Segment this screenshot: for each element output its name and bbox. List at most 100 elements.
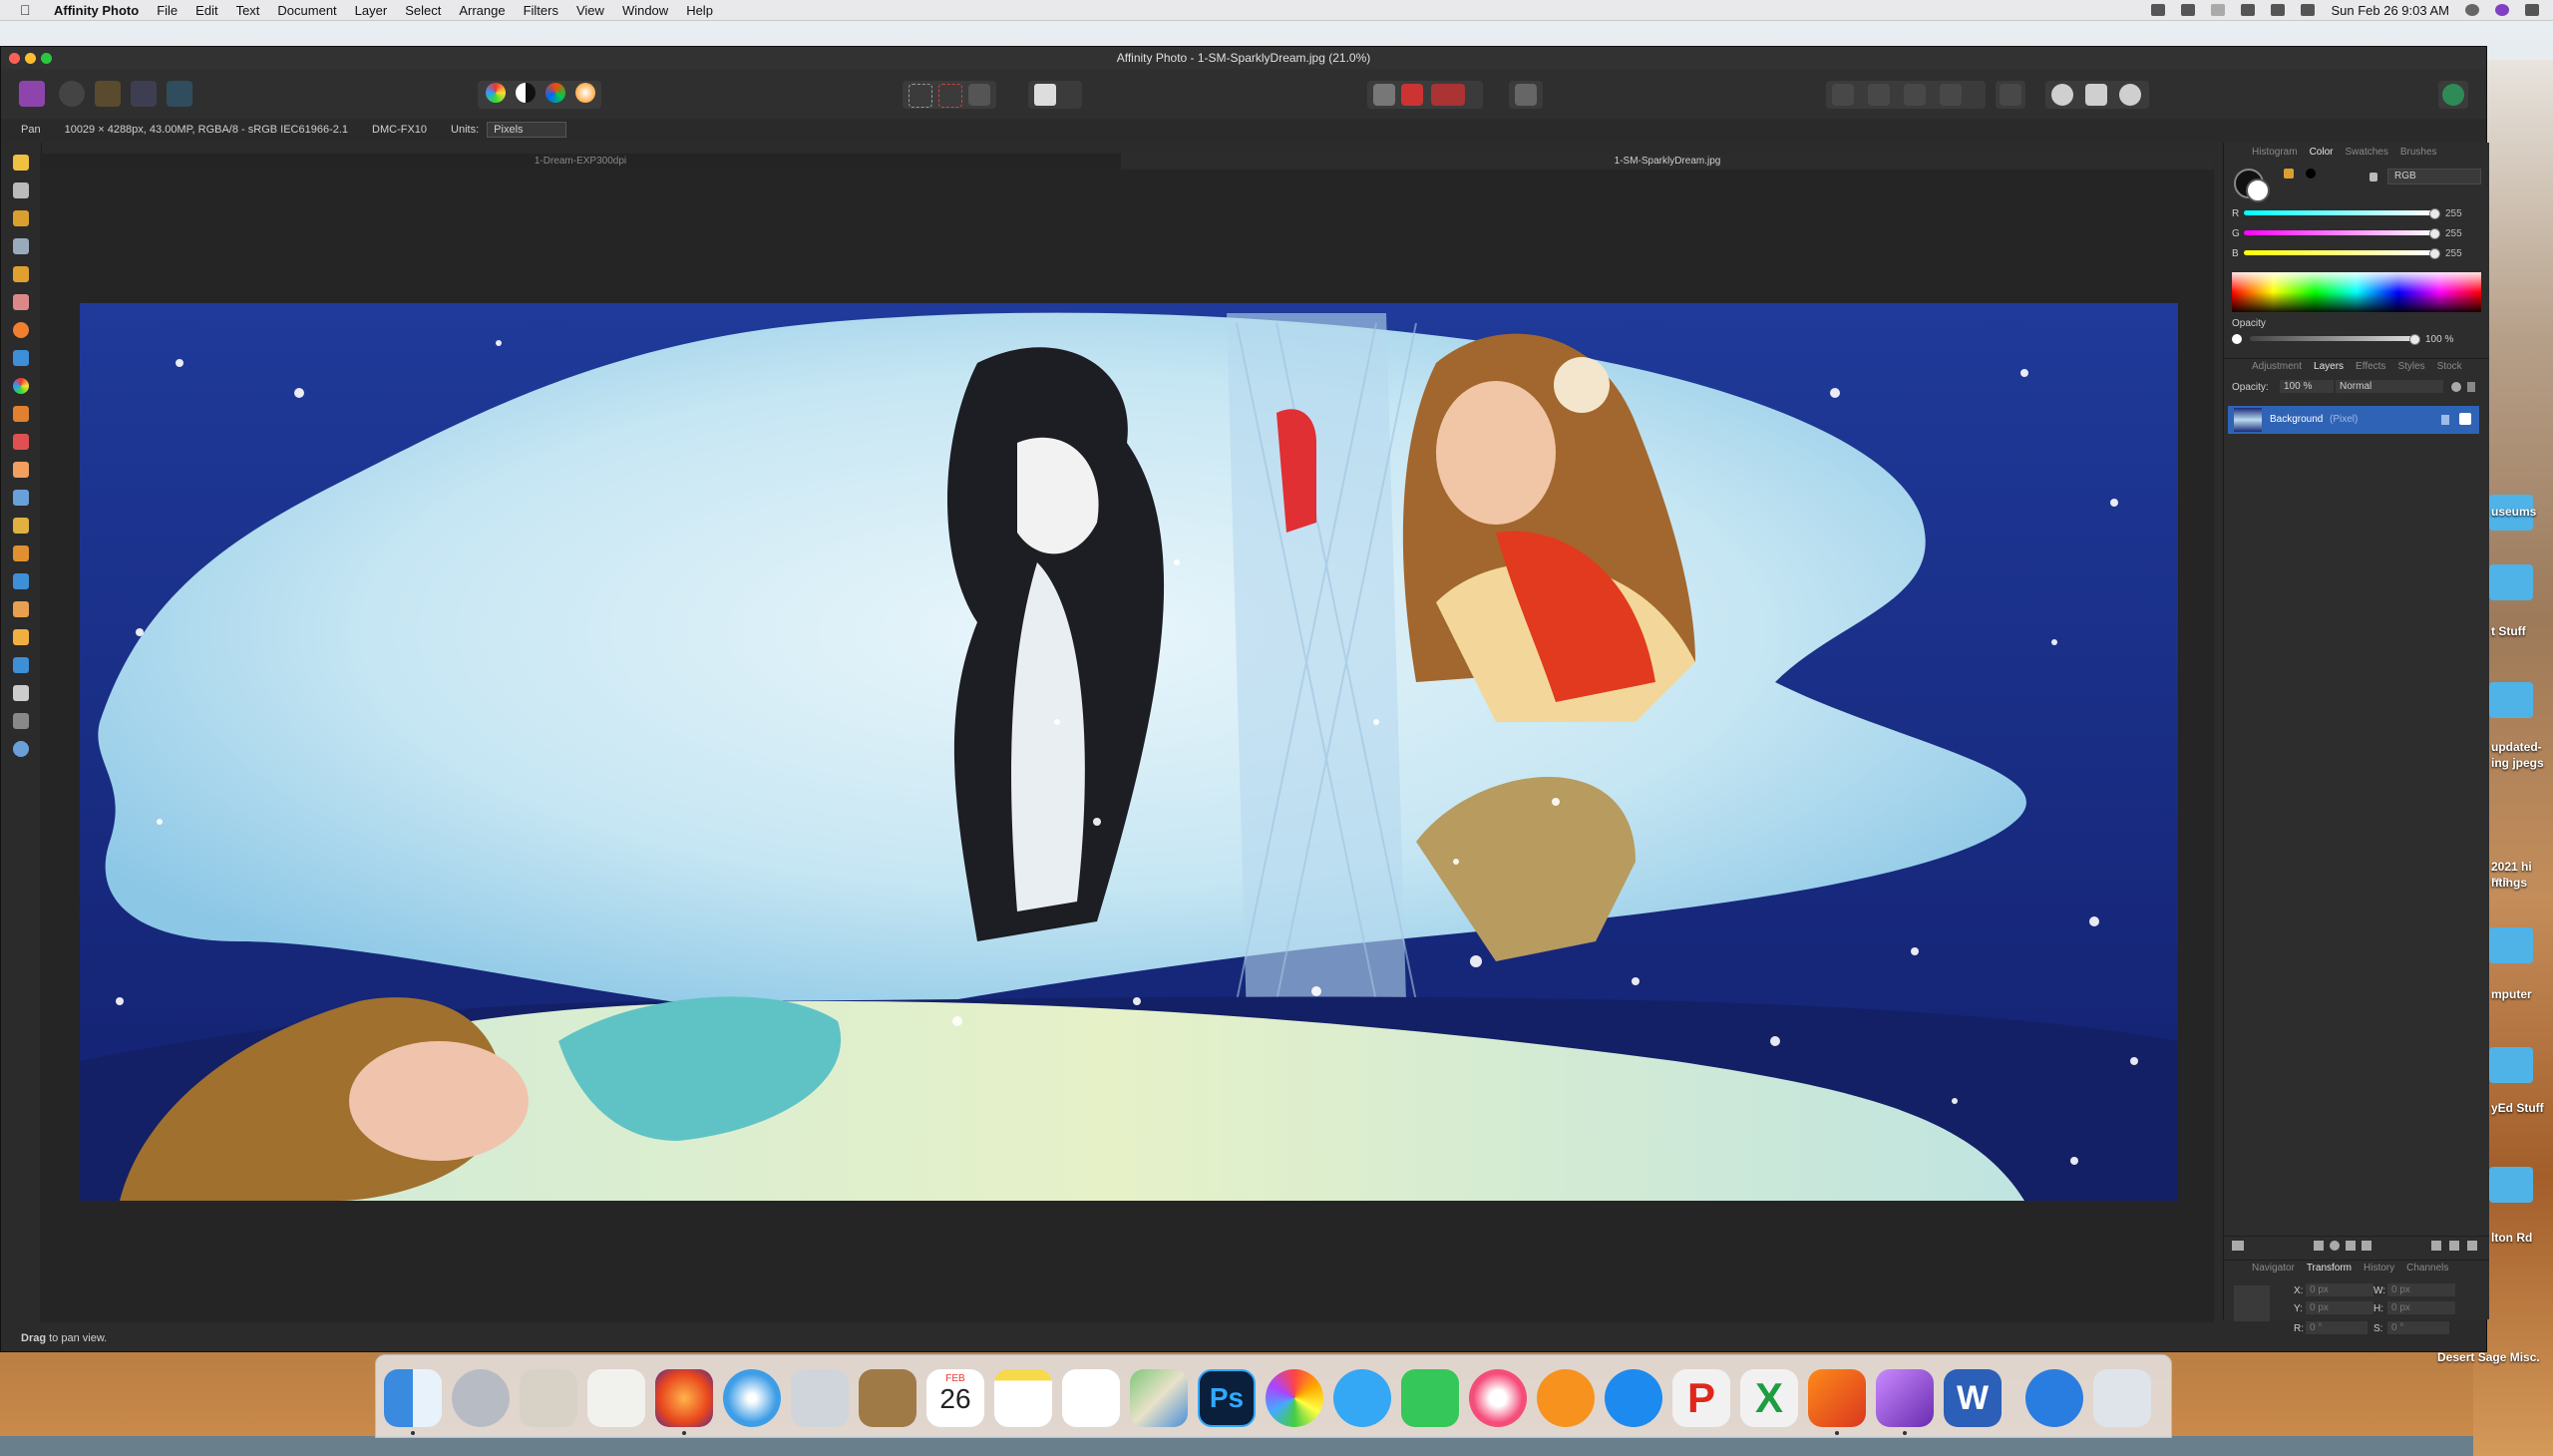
maps-dock-icon[interactable]	[1130, 1369, 1188, 1427]
layer-visibility-checkbox[interactable]	[2459, 413, 2471, 425]
mesh-warp-tool-icon[interactable]	[13, 713, 29, 729]
tab-adjustment[interactable]: Adjustment	[2252, 361, 2302, 372]
tab-swatches[interactable]: Swatches	[2345, 147, 2387, 161]
launchpad-dock-icon[interactable]	[452, 1369, 510, 1427]
tab-document-1[interactable]: 1-Dream-EXP300dpi	[40, 154, 1121, 170]
units-select[interactable]: Pixels	[487, 122, 567, 138]
eject-icon[interactable]	[2271, 4, 2286, 16]
blue-slider-knob[interactable]	[2429, 248, 2440, 259]
color-replacement-tool-icon[interactable]	[13, 434, 29, 450]
trash-dock-icon[interactable]	[2093, 1369, 2151, 1427]
move-to-front-icon[interactable]	[1940, 84, 1962, 106]
powerpoint-style-dock-icon[interactable]: P	[1672, 1369, 1730, 1427]
affinity-publisher-dock-icon[interactable]	[1808, 1369, 1866, 1427]
assistant-icon[interactable]	[1515, 84, 1537, 106]
layer-opacity-select[interactable]: 100 %	[2280, 380, 2334, 393]
app-store-dock-icon[interactable]	[1605, 1369, 1662, 1427]
toolbar-toggle-icon[interactable]	[2085, 84, 2107, 106]
notification-center-icon[interactable]	[2525, 4, 2539, 16]
textedit-dock-icon[interactable]	[587, 1369, 645, 1427]
safari-dock-icon[interactable]	[723, 1369, 781, 1427]
spotlight-icon[interactable]	[2465, 4, 2479, 16]
bluetooth-icon[interactable]	[2211, 4, 2226, 16]
notes-dock-icon[interactable]	[994, 1369, 1052, 1427]
menu-window[interactable]: Window	[622, 3, 668, 18]
invert-selection-icon[interactable]	[968, 84, 990, 106]
books-dock-icon[interactable]	[1537, 1369, 1595, 1427]
fx-icon[interactable]	[2346, 1241, 2356, 1251]
menu-document[interactable]: Document	[277, 3, 336, 18]
layers-icon[interactable]	[2232, 1241, 2244, 1251]
live-filter-icon[interactable]	[2362, 1241, 2371, 1251]
develop-persona-icon[interactable]	[95, 81, 121, 107]
eyedropper-icon[interactable]	[2284, 169, 2294, 179]
studio-toggle-icon[interactable]	[2119, 84, 2141, 106]
dodge-tool-icon[interactable]	[13, 490, 29, 506]
move-forward-one-icon[interactable]	[1904, 84, 1926, 106]
excel-style-dock-icon[interactable]: X	[1740, 1369, 1798, 1427]
add-group-icon[interactable]	[2431, 1241, 2441, 1251]
menu-file[interactable]: File	[157, 3, 178, 18]
move-to-back-icon[interactable]	[1832, 84, 1854, 106]
app-menu[interactable]: Affinity Photo	[54, 3, 139, 18]
red-slider[interactable]	[2244, 210, 2433, 215]
desktop-folder-icon[interactable]	[2489, 682, 2533, 718]
liquify-persona-icon[interactable]	[59, 81, 85, 107]
menu-edit[interactable]: Edit	[195, 3, 217, 18]
y-field[interactable]: 0 px	[2306, 1301, 2373, 1314]
w-field[interactable]: 0 px	[2387, 1283, 2455, 1296]
preview-dock-icon[interactable]	[791, 1369, 849, 1427]
quick-mask-icon[interactable]	[1034, 84, 1056, 106]
crop-tool-icon[interactable]	[13, 238, 29, 254]
paint-brush-tool-icon[interactable]	[13, 406, 29, 422]
zoom-tool-icon[interactable]	[13, 741, 29, 757]
personas-toggle-icon[interactable]	[2051, 84, 2073, 106]
anchor-selector[interactable]	[2234, 1285, 2270, 1321]
desktop-folder-icon[interactable]	[2489, 564, 2533, 600]
layer-row[interactable]: Background (Pixel)	[2228, 406, 2479, 434]
apple-menu-icon[interactable]: 	[20, 2, 40, 18]
tab-document-2[interactable]: 1-SM-SparklyDream.jpg	[1121, 154, 2214, 170]
mask-layer-icon[interactable]	[2314, 1241, 2324, 1251]
green-slider[interactable]	[2244, 230, 2433, 235]
red-value[interactable]: 255	[2445, 208, 2462, 219]
auto-white-balance-icon[interactable]	[575, 83, 595, 103]
notefile-dock-icon[interactable]	[859, 1369, 916, 1427]
tab-color[interactable]: Color	[2310, 147, 2334, 161]
selection-brush-tool-icon[interactable]	[13, 266, 29, 282]
export-persona-icon[interactable]	[167, 81, 192, 107]
deselect-icon[interactable]	[938, 84, 962, 108]
messages-dock-icon[interactable]	[1333, 1369, 1391, 1427]
word-dock-icon[interactable]: W	[1944, 1369, 2002, 1427]
desktop-folder-icon[interactable]	[2489, 927, 2533, 963]
move-tool-icon[interactable]	[13, 182, 29, 198]
flood-fill-tool-icon[interactable]	[13, 350, 29, 366]
menu-arrange[interactable]: Arrange	[459, 3, 505, 18]
snapping-icon[interactable]	[1401, 84, 1423, 106]
auto-levels-icon[interactable]	[486, 83, 506, 103]
red-slider-knob[interactable]	[2429, 208, 2440, 219]
blend-mode-select[interactable]: Normal	[2336, 380, 2443, 393]
facetime-dock-icon[interactable]	[1401, 1369, 1459, 1427]
tab-stock[interactable]: Stock	[2437, 361, 2462, 372]
opacity-slider[interactable]	[2250, 336, 2413, 341]
auto-contrast-icon[interactable]	[516, 83, 536, 103]
grid-icon[interactable]	[1373, 84, 1395, 106]
gear-icon[interactable]	[2451, 382, 2461, 392]
blue-slider[interactable]	[2244, 250, 2433, 255]
photos-dock-icon[interactable]	[1266, 1369, 1323, 1427]
opacity-slider-knob[interactable]	[2409, 334, 2420, 345]
calculator-dock-icon[interactable]	[520, 1369, 577, 1427]
tab-history[interactable]: History	[2364, 1263, 2394, 1274]
desktop-folder-icon[interactable]	[2489, 1047, 2533, 1083]
layer-lock-icon[interactable]	[2441, 415, 2449, 425]
photo-persona-icon[interactable]	[19, 81, 45, 107]
clone-tool-icon[interactable]	[13, 518, 29, 534]
opacity-value[interactable]: 100 %	[2425, 334, 2453, 345]
move-back-one-icon[interactable]	[1868, 84, 1890, 106]
time-machine-icon[interactable]	[2181, 4, 2196, 16]
marquee-tool-icon[interactable]	[13, 322, 29, 338]
lock-icon[interactable]	[2467, 382, 2475, 392]
user-account-icon[interactable]	[2442, 84, 2464, 106]
calendar-dock-icon[interactable]: FEB 26	[926, 1369, 984, 1427]
